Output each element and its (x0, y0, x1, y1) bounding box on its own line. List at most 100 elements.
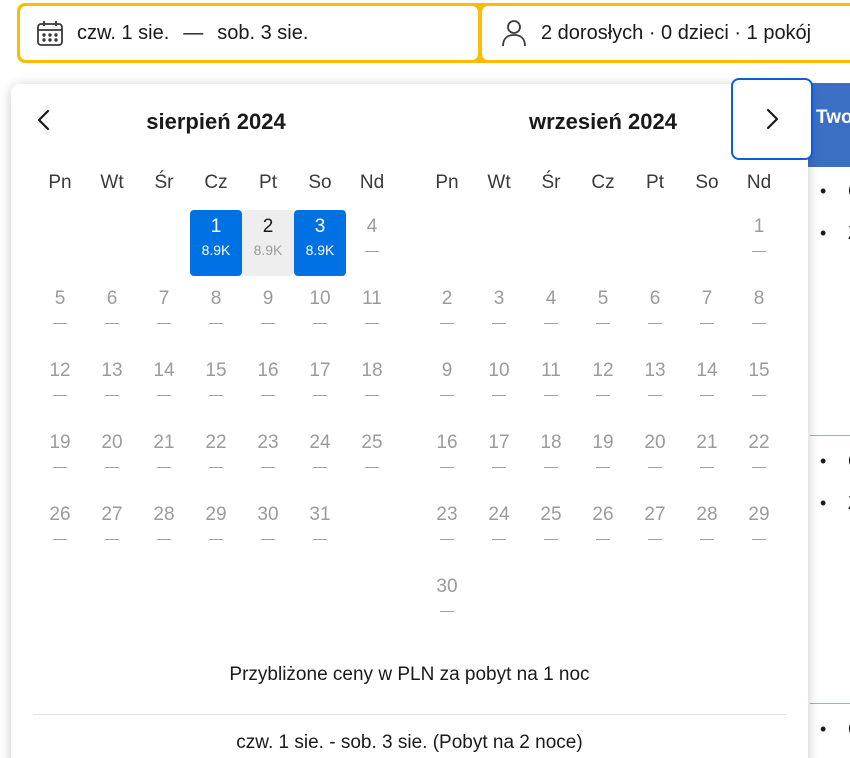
day-cell[interactable]: 21 — (138, 426, 190, 492)
day-price: — (440, 530, 454, 546)
day-cell[interactable]: 2— (421, 282, 473, 348)
day-price: — (648, 386, 662, 402)
day-cell[interactable]: 8— (190, 282, 242, 348)
day-cell[interactable]: 9— (242, 282, 294, 348)
day-cell[interactable]: 30 — (242, 498, 294, 564)
day-cell[interactable]: 26 — (577, 498, 629, 564)
empty-cell (629, 210, 681, 276)
day-number: 13 (101, 360, 123, 381)
day-cell[interactable]: 19 — (34, 426, 86, 492)
day-cell[interactable]: 7— (138, 282, 190, 348)
date-separator: — (183, 21, 204, 44)
day-cell[interactable]: 2 8.9K (242, 210, 294, 276)
day-price: — (209, 530, 223, 546)
day-cell[interactable]: 24 — (473, 498, 525, 564)
day-cell[interactable]: 5— (577, 282, 629, 348)
empty-cell (681, 210, 733, 276)
day-price: — (157, 314, 171, 330)
day-cell[interactable]: 5— (34, 282, 86, 348)
day-price: 8.9K (201, 242, 231, 258)
day-cell[interactable]: 10 — (473, 354, 525, 420)
day-cell[interactable]: 4— (346, 210, 398, 276)
day-cell[interactable]: 16 — (242, 354, 294, 420)
day-price: — (492, 314, 506, 330)
day-cell[interactable]: 20 — (86, 426, 138, 492)
day-cell[interactable]: 26 — (34, 498, 86, 564)
day-number: 22 (748, 432, 770, 453)
day-cell[interactable]: 11 — (525, 354, 577, 420)
day-cell[interactable]: 23 — (242, 426, 294, 492)
day-cell[interactable]: 15 — (190, 354, 242, 420)
day-cell[interactable]: 30 — (421, 570, 473, 636)
day-cell[interactable]: 20 — (629, 426, 681, 492)
day-cell[interactable]: 16 — (421, 426, 473, 492)
day-cell[interactable]: 22 — (190, 426, 242, 492)
day-cell[interactable]: 11 — (346, 282, 398, 348)
day-cell[interactable]: 12 — (577, 354, 629, 420)
day-cell[interactable]: 9— (421, 354, 473, 420)
day-price: — (261, 386, 275, 402)
day-cell[interactable]: 18 — (525, 426, 577, 492)
day-cell[interactable]: 6— (629, 282, 681, 348)
day-cell[interactable]: 10 — (294, 282, 346, 348)
day-cell[interactable]: 27 — (629, 498, 681, 564)
day-cell[interactable]: 17 — (294, 354, 346, 420)
day-cell[interactable]: 28 — (138, 498, 190, 564)
day-cell[interactable]: 8— (733, 282, 785, 348)
day-cell[interactable]: 23 — (421, 498, 473, 564)
day-cell[interactable]: 18 — (346, 354, 398, 420)
day-price: — (492, 386, 506, 402)
day-number: 23 (257, 432, 279, 453)
calendar-icon (34, 17, 66, 49)
day-cell[interactable]: 29 — (190, 498, 242, 564)
day-cell[interactable]: 1 8.9K (190, 210, 242, 276)
day-cell[interactable]: 7— (681, 282, 733, 348)
day-number: 3 (493, 288, 505, 309)
day-cell[interactable]: 6— (86, 282, 138, 348)
day-number: 6 (649, 288, 661, 309)
day-number: 27 (644, 504, 666, 525)
day-cell[interactable]: 14 — (681, 354, 733, 420)
day-cell[interactable]: 29 — (733, 498, 785, 564)
day-cell[interactable]: 17 — (473, 426, 525, 492)
day-cell[interactable]: 15 — (733, 354, 785, 420)
day-cell[interactable]: 12 — (34, 354, 86, 420)
month-title: wrzesień 2024 (529, 109, 677, 134)
day-number: 5 (54, 288, 66, 309)
day-price: — (157, 458, 171, 474)
day-number: 18 (540, 432, 562, 453)
day-price: — (700, 314, 714, 330)
day-cell[interactable]: 21 — (681, 426, 733, 492)
day-cell[interactable]: 19 — (577, 426, 629, 492)
day-cell[interactable]: 28 — (681, 498, 733, 564)
day-price: — (440, 314, 454, 330)
day-cell[interactable]: 27 — (86, 498, 138, 564)
dates-field[interactable]: czw. 1 sie. — sob. 3 sie. (20, 6, 478, 60)
guests-field[interactable]: 2 dorosłych · 0 dzieci · 1 pokój (482, 6, 850, 60)
day-price: — (365, 314, 379, 330)
day-cell[interactable]: 22 — (733, 426, 785, 492)
day-cell[interactable]: 3— (473, 282, 525, 348)
day-cell[interactable]: 25 — (346, 426, 398, 492)
day-price: — (596, 530, 610, 546)
empty-cell (34, 210, 86, 276)
day-cell[interactable]: 4— (525, 282, 577, 348)
day-cell[interactable]: 13 — (629, 354, 681, 420)
day-cell[interactable]: 3 8.9K (294, 210, 346, 276)
day-price: — (157, 386, 171, 402)
day-number: 12 (49, 360, 71, 381)
day-number: 27 (101, 504, 123, 525)
day-number: 4 (545, 288, 557, 309)
day-cell[interactable]: 1— (733, 210, 785, 276)
day-cell[interactable]: 14 — (138, 354, 190, 420)
day-price: — (596, 458, 610, 474)
day-cell[interactable]: 31 — (294, 498, 346, 564)
weekday-label: So (695, 172, 719, 193)
day-price: — (209, 458, 223, 474)
day-cell[interactable]: 25 — (525, 498, 577, 564)
day-cell[interactable]: 13 — (86, 354, 138, 420)
day-cell[interactable]: 24 — (294, 426, 346, 492)
weekday-label: Pn (48, 172, 72, 193)
day-price: — (105, 458, 119, 474)
day-number: 20 (101, 432, 123, 453)
